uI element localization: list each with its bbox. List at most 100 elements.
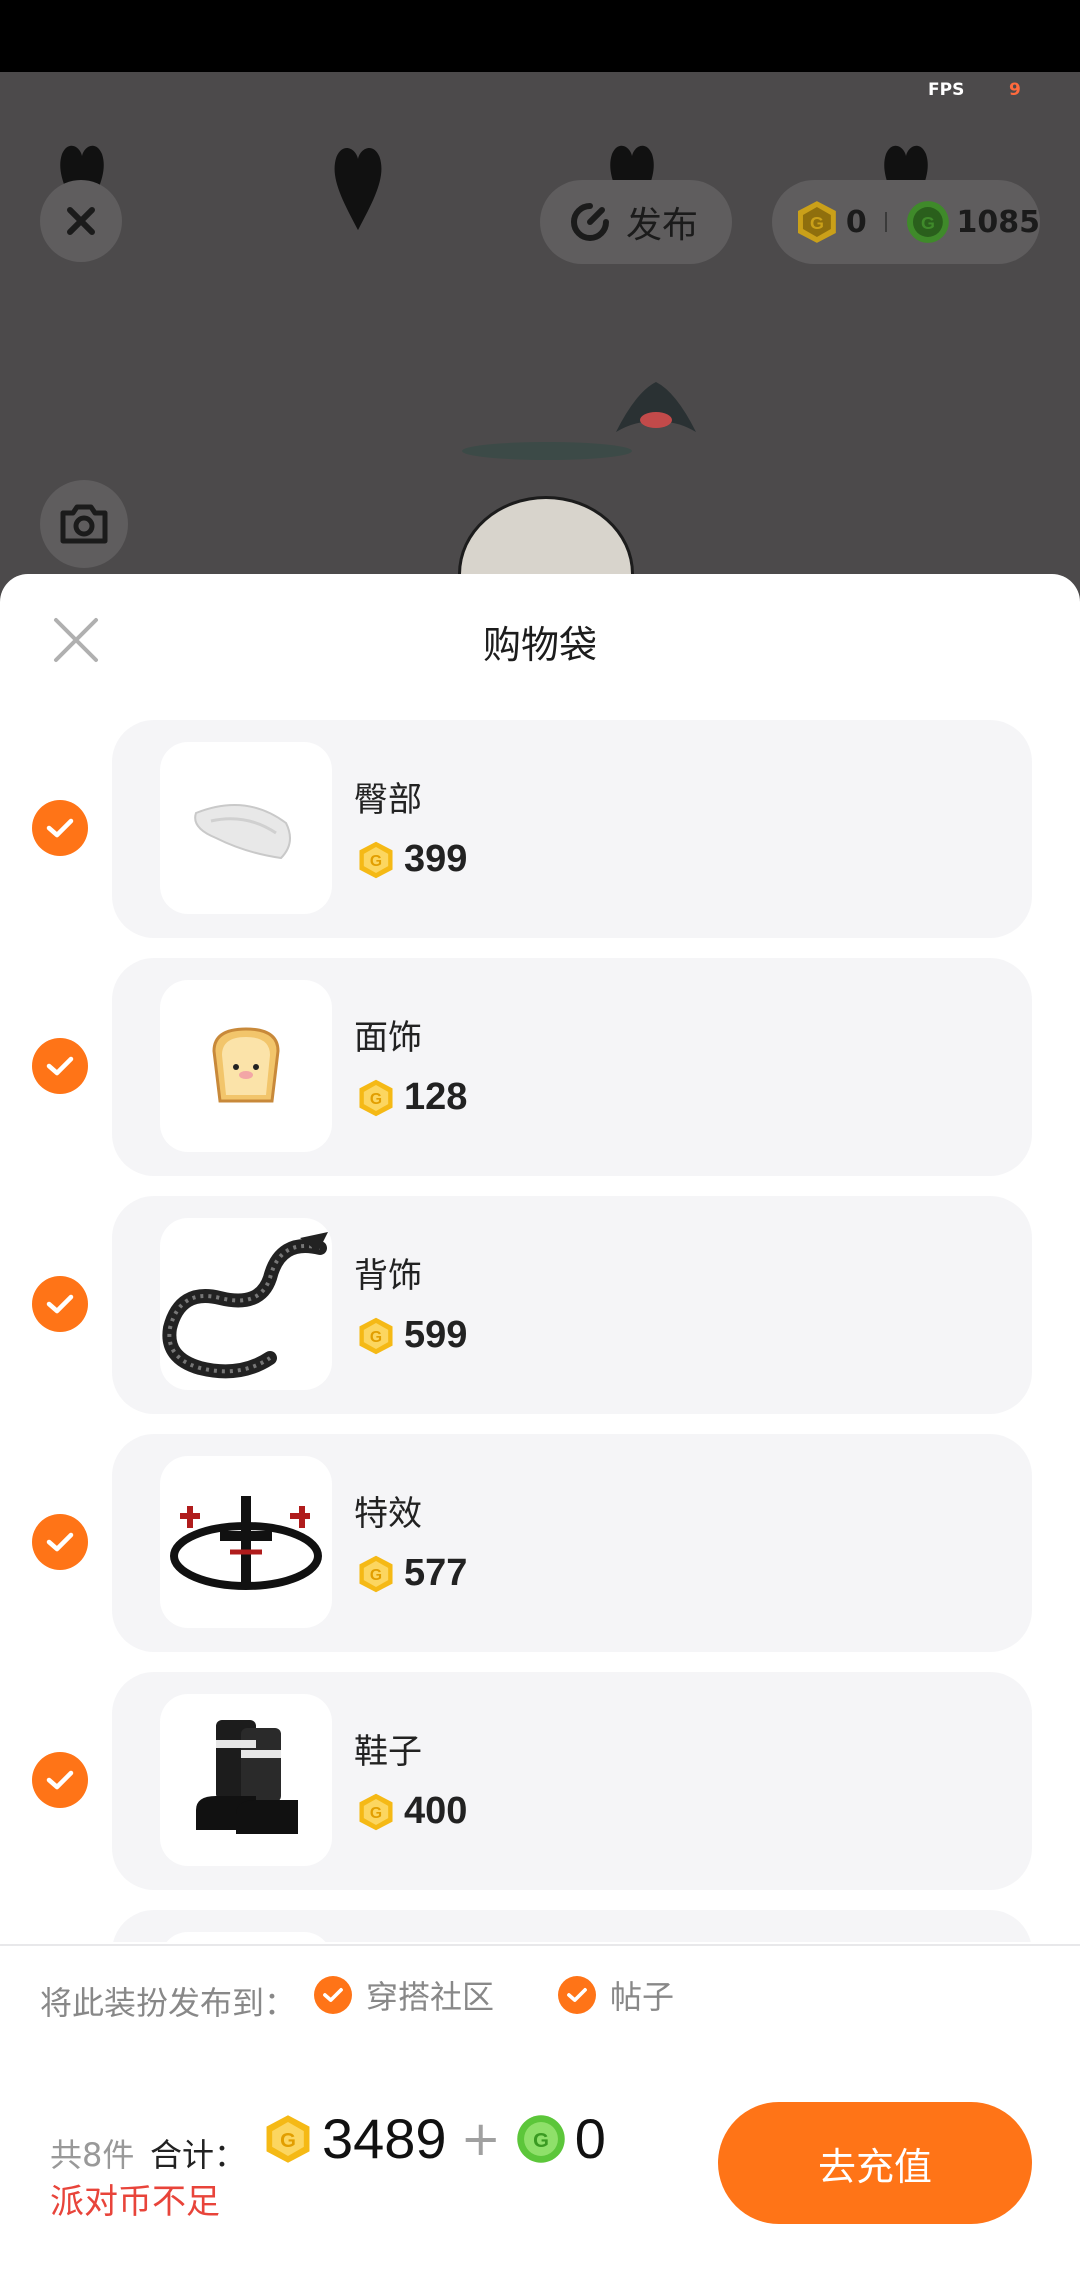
item-thumbnail xyxy=(160,1218,332,1390)
item-card[interactable]: 鞋子 G 400 xyxy=(112,1672,1032,1890)
item-card[interactable]: 背饰 G 599 xyxy=(112,1196,1032,1414)
option-post[interactable]: 帖子 xyxy=(558,1972,674,2018)
toast-image xyxy=(212,1027,280,1103)
option-outfit-community[interactable]: 穿搭社区 xyxy=(314,1972,494,2018)
item-card[interactable]: 面饰 G 128 xyxy=(112,958,1032,1176)
gold-coin-icon: G xyxy=(359,1317,393,1354)
gold-coin-icon: G xyxy=(797,201,836,243)
green-coin-icon: G xyxy=(906,201,949,243)
list-item[interactable]: 面饰 G 128 xyxy=(0,958,1080,1176)
item-price: G 399 xyxy=(356,838,467,881)
refresh-icon xyxy=(571,203,609,241)
item-card[interactable]: 特效 G 577 xyxy=(112,1434,1032,1652)
publish-button[interactable]: 发布 xyxy=(540,180,732,264)
heart-decoration xyxy=(330,142,386,232)
item-list[interactable]: 臀部 G 399 面饰 G 128 背饰 G 599 特效 G 577 鞋子 G… xyxy=(0,720,1080,1942)
option-label: 帖子 xyxy=(610,1978,675,2016)
list-item[interactable]: 鞋子 G 400 xyxy=(0,1672,1080,1890)
item-checkbox[interactable] xyxy=(32,1752,88,1808)
item-name: 臀部 xyxy=(354,780,422,820)
item-card[interactable]: 臀部 G 399 xyxy=(112,720,1032,938)
price-value: 399 xyxy=(404,838,468,880)
boots-image xyxy=(196,1720,298,1834)
check-icon xyxy=(46,1532,74,1552)
publish-options-row: 将此装扮发布到： 穿搭社区 帖子 xyxy=(0,1944,1080,2052)
svg-text:G: G xyxy=(370,1091,382,1108)
sheet-title: 购物袋 xyxy=(482,623,597,667)
green-total: 0 xyxy=(574,2107,606,2170)
list-item[interactable]: 臀部 G 399 xyxy=(0,720,1080,938)
item-thumbnail xyxy=(160,980,332,1152)
camera-button[interactable] xyxy=(40,480,128,568)
total-amounts: G 3489 + G 0 xyxy=(262,2106,606,2171)
item-count: 共8件 xyxy=(50,2136,135,2174)
status-bar xyxy=(0,0,1080,72)
svg-text:G: G xyxy=(810,213,824,233)
list-item[interactable] xyxy=(0,1910,1080,1942)
svg-text:G: G xyxy=(370,1805,382,1822)
gold-coin-icon: G xyxy=(359,1079,393,1116)
shark-figure xyxy=(606,372,706,452)
list-item[interactable]: 背饰 G 599 xyxy=(0,1196,1080,1414)
gold-coin-icon: G xyxy=(359,841,393,878)
gold-balance: 0 xyxy=(845,204,867,240)
item-name: 鞋子 xyxy=(354,1732,422,1772)
check-icon xyxy=(323,1988,343,2002)
item-checkbox[interactable] xyxy=(32,1514,88,1570)
item-checkbox[interactable] xyxy=(32,1038,88,1094)
gold-total: 3489 xyxy=(322,2107,447,2170)
item-price: G 128 xyxy=(356,1076,467,1119)
check-icon xyxy=(46,1294,74,1314)
green-coin-icon: G xyxy=(517,2114,565,2163)
publish-label: 发布 xyxy=(626,205,699,246)
item-thumbnail xyxy=(160,1456,332,1628)
insufficient-balance-warning: 派对币不足 xyxy=(50,2182,220,2222)
close-icon xyxy=(67,207,95,235)
option-checkbox[interactable] xyxy=(314,1976,352,2014)
fps-value: 9 xyxy=(1009,80,1021,100)
check-icon xyxy=(46,818,74,838)
item-price: G 577 xyxy=(356,1552,467,1595)
gold-coin-icon: G xyxy=(359,1793,393,1830)
svg-text:G: G xyxy=(370,853,382,870)
svg-text:G: G xyxy=(280,2129,296,2151)
item-thumbnail xyxy=(160,1932,332,1942)
item-thumbnail xyxy=(160,1694,332,1866)
item-checkbox[interactable] xyxy=(32,800,88,856)
recharge-button[interactable]: 去充值 xyxy=(718,2102,1032,2224)
item-name: 面饰 xyxy=(354,1018,422,1058)
price-value: 128 xyxy=(404,1076,468,1118)
plus-sign: + xyxy=(460,2110,501,2167)
dragon-image xyxy=(162,1232,328,1379)
avatar-scene[interactable] xyxy=(0,72,1080,592)
price-value: 599 xyxy=(404,1314,468,1356)
gold-coin-icon: G xyxy=(266,2114,310,2163)
fps-label: FPS xyxy=(928,80,965,100)
effect-image xyxy=(170,1496,322,1590)
balance-display[interactable]: G 0 G 1085 xyxy=(772,180,1040,264)
total-label: 合计： xyxy=(150,2136,247,2174)
option-label: 穿搭社区 xyxy=(366,1978,495,2016)
camera-icon xyxy=(60,504,108,544)
price-value: 400 xyxy=(404,1790,468,1832)
close-scene-button[interactable] xyxy=(40,180,122,262)
publish-to-label: 将此装扮发布到： xyxy=(40,1984,297,2022)
item-checkbox[interactable] xyxy=(32,1276,88,1332)
svg-text:G: G xyxy=(370,1567,382,1584)
item-price: G 400 xyxy=(356,1790,467,1833)
item-price: G 599 xyxy=(356,1314,467,1357)
item-name: 特效 xyxy=(354,1494,422,1534)
check-icon xyxy=(46,1056,74,1076)
checkout-footer: 共8件 合计： G 3489 + G 0 派对币不足 去充值 xyxy=(0,2050,1080,2280)
gold-coin-icon: G xyxy=(359,1555,393,1592)
option-checkbox[interactable] xyxy=(558,1976,596,2014)
list-item[interactable]: 特效 G 577 xyxy=(0,1434,1080,1652)
svg-text:G: G xyxy=(533,2129,549,2151)
tail-image xyxy=(194,804,291,860)
item-card[interactable] xyxy=(112,1910,1032,1942)
divider xyxy=(884,212,887,232)
check-icon xyxy=(46,1770,74,1790)
item-name: 背饰 xyxy=(354,1256,422,1296)
check-icon xyxy=(567,1988,587,2002)
price-value: 577 xyxy=(404,1552,468,1594)
